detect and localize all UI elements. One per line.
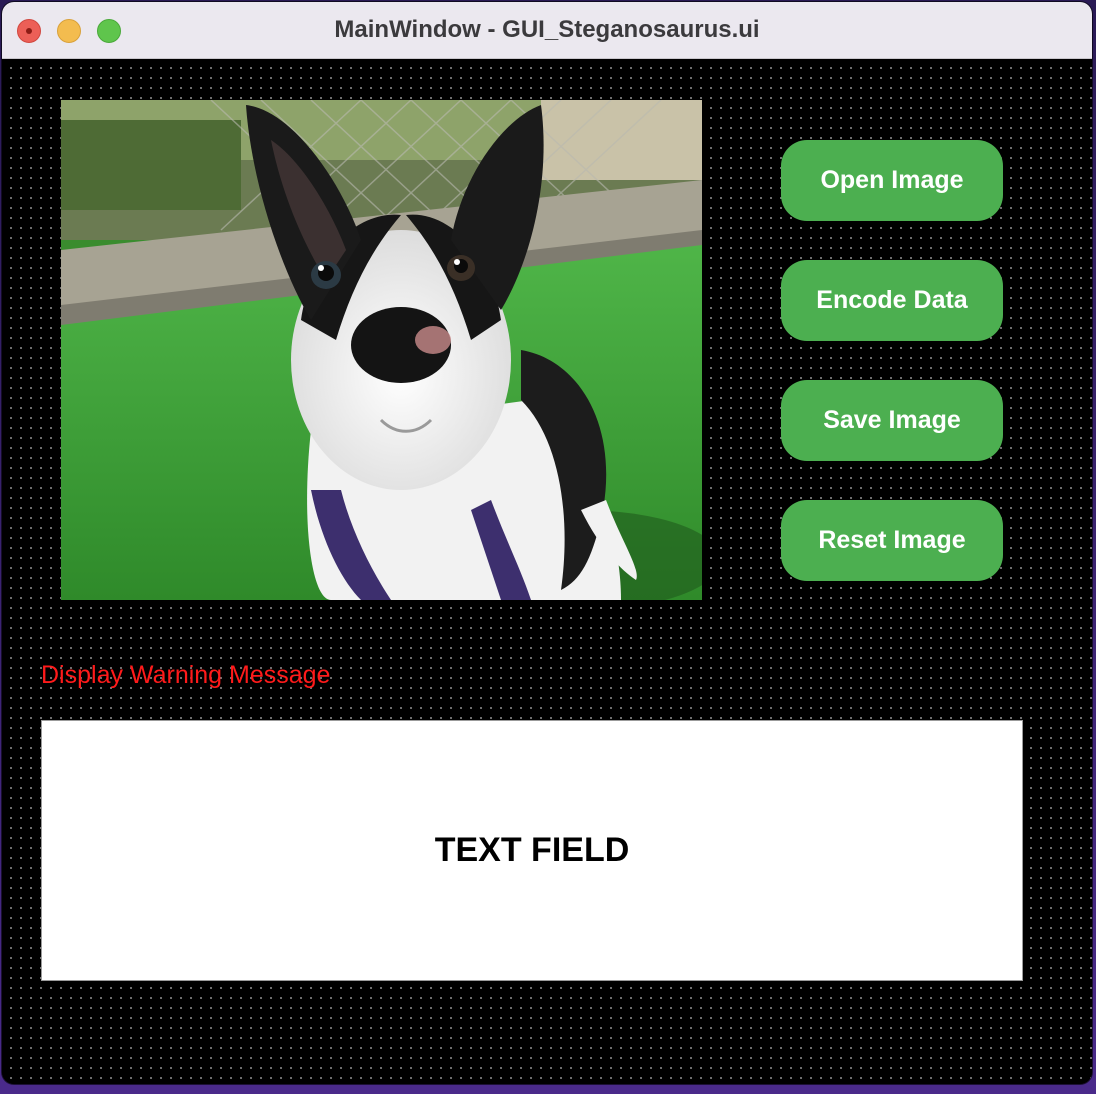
window-title: MainWindow - GUI_Steganosaurus.ui: [334, 16, 760, 43]
encode-data-button[interactable]: Encode Data: [781, 260, 1003, 341]
form-canvas: Open Image Encode Data Save Image Reset …: [2, 59, 1092, 1084]
text-field-label: TEXT FIELD: [434, 831, 630, 869]
open-image-button[interactable]: Open Image: [781, 140, 1003, 221]
text-field[interactable]: TEXT FIELD: [41, 720, 1023, 981]
main-window: MainWindow - GUI_Steganosaurus.ui Open I…: [2, 2, 1092, 1084]
warning-message: Display Warning Message: [41, 661, 331, 689]
title-bar[interactable]: MainWindow - GUI_Steganosaurus.ui: [2, 2, 1092, 59]
save-image-button[interactable]: Save Image: [781, 380, 1003, 461]
reset-image-button[interactable]: Reset Image: [781, 500, 1003, 581]
dog-photo-icon: [61, 100, 702, 600]
image-preview: [61, 100, 702, 600]
desktop-background: MainWindow - GUI_Steganosaurus.ui Open I…: [0, 0, 1096, 1094]
